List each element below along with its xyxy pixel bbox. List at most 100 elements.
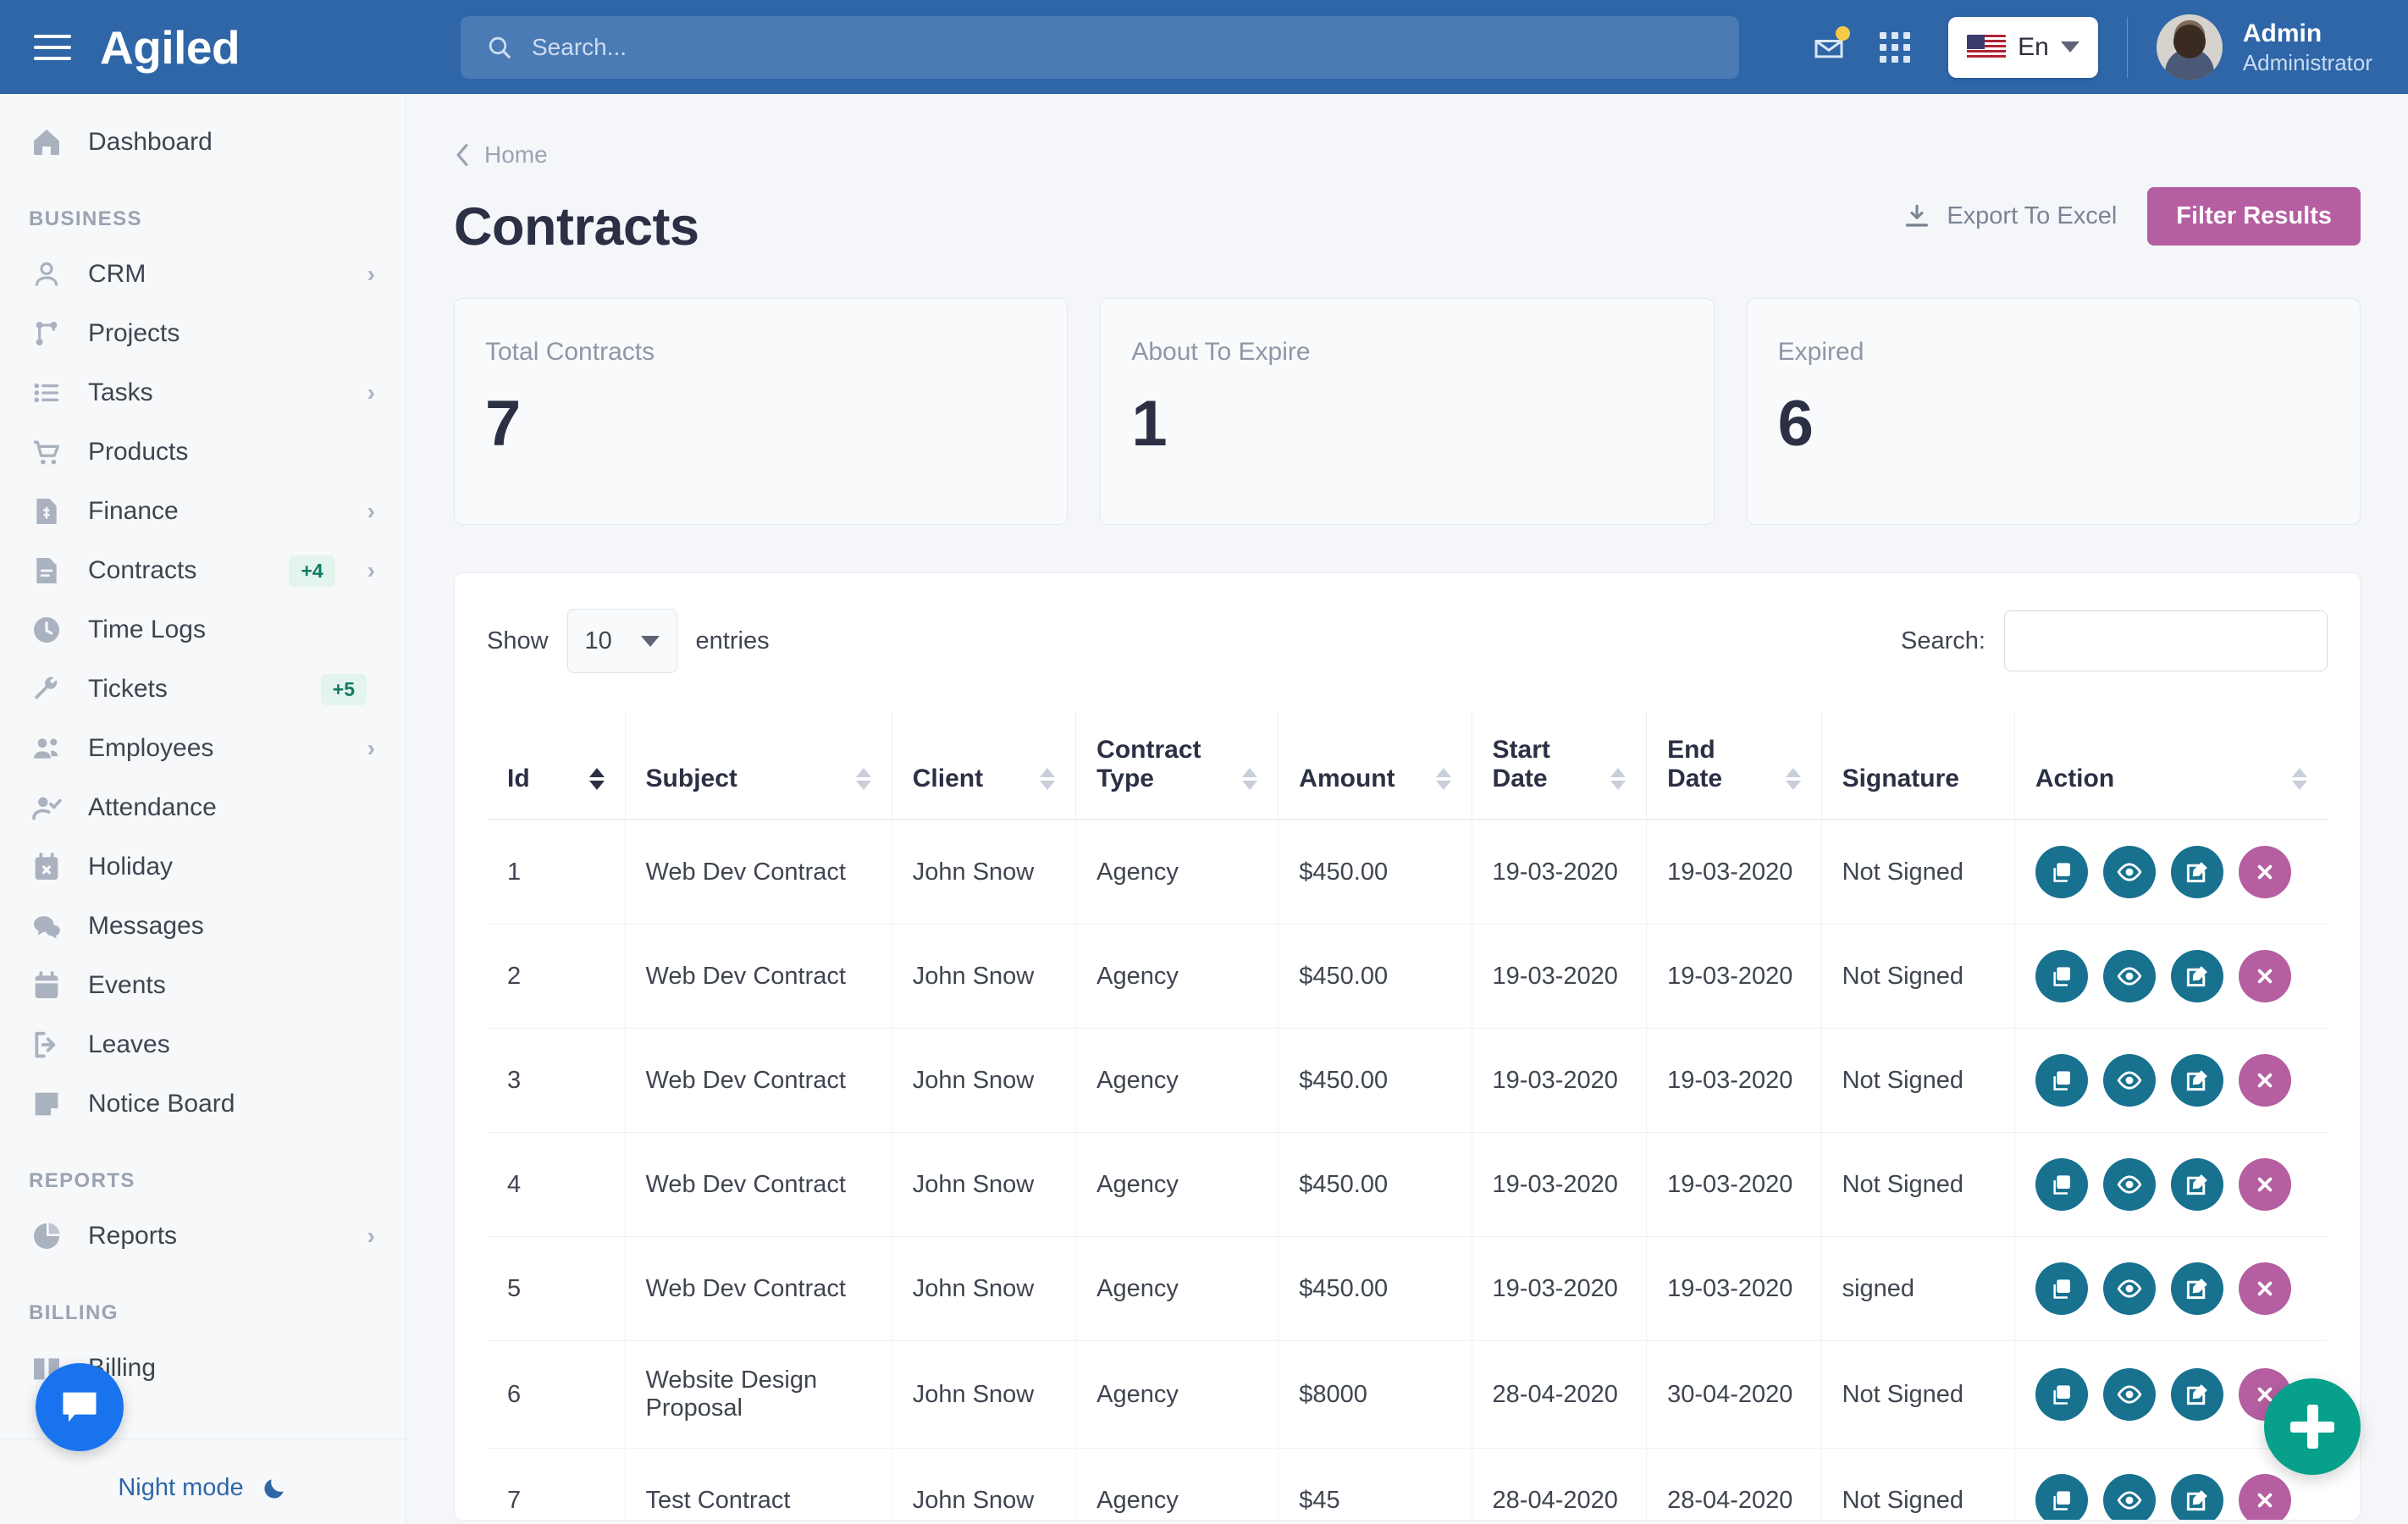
column-header-subject[interactable]: Subject: [625, 710, 892, 820]
table-row[interactable]: 5 Web Dev Contract John Snow Agency $450.00 1…: [487, 1236, 2328, 1341]
cell-signature: Not Signed: [1821, 1448, 2015, 1520]
breadcrumb-home-link[interactable]: Home: [484, 141, 548, 168]
view-action-button[interactable]: [2102, 1262, 2156, 1315]
sidebar-item-contracts[interactable]: Contracts +4 ›: [0, 541, 406, 600]
sidebar-item-reports[interactable]: Reports ›: [0, 1206, 406, 1266]
cell-end-date: 19-03-2020: [1646, 820, 1822, 925]
night-mode-toggle[interactable]: Night mode: [0, 1474, 406, 1502]
cell-start-date: 28-04-2020: [1472, 1340, 1648, 1449]
edit-action-button[interactable]: [2170, 1474, 2223, 1520]
stat-card-2: Expired 6: [1746, 298, 2361, 525]
sidebar-item-label: Dashboard: [88, 128, 213, 156]
delete-action-button[interactable]: [2238, 950, 2291, 1002]
eye-icon: [2117, 967, 2142, 986]
sort-icon: [1242, 768, 1258, 793]
sidebar-item-leaves[interactable]: Leaves: [0, 1015, 406, 1074]
duplicate-action-button[interactable]: [2035, 1262, 2088, 1315]
table-row[interactable]: 4 Web Dev Contract John Snow Agency $450.00 1…: [487, 1132, 2328, 1237]
table-search-input[interactable]: [2004, 610, 2328, 671]
entries-label: entries: [695, 627, 770, 654]
messages-envelope-button[interactable]: [1796, 14, 1862, 80]
breadcrumb[interactable]: Home: [454, 141, 2361, 168]
cell-id: 7: [487, 1448, 626, 1520]
chevron-left-icon: [456, 144, 468, 166]
delete-action-button[interactable]: [2238, 1158, 2291, 1211]
delete-action-button[interactable]: [2238, 1474, 2291, 1520]
note-icon-wrapper: [29, 1087, 64, 1121]
cell-subject: Test Contract: [625, 1448, 892, 1520]
edit-action-button[interactable]: [2170, 1054, 2223, 1107]
duplicate-action-button[interactable]: [2035, 950, 2088, 1002]
view-action-button[interactable]: [2102, 950, 2156, 1002]
stat-card-1: About To Expire 1: [1100, 298, 1715, 525]
duplicate-action-button[interactable]: [2035, 1054, 2088, 1107]
duplicate-action-button[interactable]: [2035, 846, 2088, 898]
view-action-button[interactable]: [2102, 846, 2156, 898]
edit-action-button[interactable]: [2170, 1368, 2223, 1421]
column-header-start-date[interactable]: Start Date: [1472, 710, 1648, 820]
sidebar-item-holiday[interactable]: Holiday: [0, 837, 406, 897]
delete-action-button[interactable]: [2238, 1262, 2291, 1315]
page-size-select[interactable]: 10: [566, 609, 677, 673]
delete-action-button[interactable]: [2238, 1054, 2291, 1107]
global-search-input[interactable]: Search...: [461, 15, 1739, 79]
add-contract-button[interactable]: [2264, 1378, 2361, 1475]
cell-client: John Snow: [892, 924, 1077, 1029]
duplicate-action-button[interactable]: [2035, 1474, 2088, 1520]
view-action-button[interactable]: [2102, 1054, 2156, 1107]
top-navigation-bar: Agiled Search... En Admin Administrator: [0, 0, 2408, 94]
export-to-excel-button[interactable]: Export To Excel: [1903, 202, 2117, 231]
column-header-end-date[interactable]: End Date: [1646, 710, 1822, 820]
sidebar-item-messages[interactable]: Messages: [0, 897, 406, 956]
view-action-button[interactable]: [2102, 1158, 2156, 1211]
view-action-button[interactable]: [2102, 1368, 2156, 1421]
duplicate-action-button[interactable]: [2035, 1368, 2088, 1421]
close-x-icon: [2257, 1073, 2273, 1088]
table-row[interactable]: 2 Web Dev Contract John Snow Agency $450.00 1…: [487, 924, 2328, 1029]
sidebar-item-projects[interactable]: Projects: [0, 304, 406, 363]
view-action-button[interactable]: [2102, 1474, 2156, 1520]
hamburger-menu-icon[interactable]: [34, 34, 71, 60]
filter-results-button[interactable]: Filter Results: [2147, 187, 2361, 246]
delete-action-button[interactable]: [2238, 846, 2291, 898]
sidebar-item-events[interactable]: Events: [0, 956, 406, 1015]
column-header-client[interactable]: Client: [892, 710, 1077, 820]
cell-start-date: 19-03-2020: [1472, 820, 1648, 925]
sidebar-item-finance[interactable]: Finance ›: [0, 482, 406, 541]
sidebar-item-notice-board[interactable]: Notice Board: [0, 1074, 406, 1134]
sidebar-item-time-logs[interactable]: Time Logs: [0, 600, 406, 660]
column-header-id[interactable]: Id: [487, 710, 626, 820]
chat-support-button[interactable]: [36, 1363, 124, 1451]
sidebar-item-tasks[interactable]: Tasks ›: [0, 363, 406, 422]
edit-action-button[interactable]: [2170, 950, 2223, 1002]
brand-logo-text[interactable]: Agiled: [100, 20, 240, 75]
cell-contract-type: Agency: [1075, 1236, 1279, 1341]
table-row[interactable]: 1 Web Dev Contract John Snow Agency $450.00 1…: [487, 820, 2328, 925]
column-header-action[interactable]: Action: [2014, 710, 2328, 820]
global-search-placeholder: Search...: [532, 33, 627, 60]
home-icon-wrapper: [29, 125, 64, 159]
apps-grid-button[interactable]: [1862, 14, 1928, 80]
user-profile-menu[interactable]: Admin Administrator: [2156, 14, 2372, 80]
language-selector[interactable]: En: [1948, 16, 2098, 78]
column-header-contract-type[interactable]: Contract Type: [1075, 710, 1279, 820]
edit-pencil-icon: [2186, 862, 2207, 883]
table-row[interactable]: 6 Website Design Proposal John Snow Agency $…: [487, 1340, 2328, 1449]
duplicate-action-button[interactable]: [2035, 1158, 2088, 1211]
invoice-dollar-icon-wrapper: [29, 494, 64, 528]
edit-action-button[interactable]: [2170, 1262, 2223, 1315]
column-header-amount[interactable]: Amount: [1278, 710, 1472, 820]
sidebar-item-employees[interactable]: Employees ›: [0, 719, 406, 778]
sidebar-item-crm[interactable]: CRM ›: [0, 245, 406, 304]
cell-end-date: 30-04-2020: [1646, 1340, 1822, 1449]
cell-end-date: 19-03-2020: [1646, 1132, 1822, 1237]
sidebar-item-attendance[interactable]: Attendance: [0, 778, 406, 837]
table-row[interactable]: 3 Web Dev Contract John Snow Agency $450.00 1…: [487, 1028, 2328, 1133]
edit-action-button[interactable]: [2170, 846, 2223, 898]
table-row[interactable]: 7 Test Contract John Snow Agency $45 28-04-20…: [487, 1448, 2328, 1520]
table-search-control: Search:: [1901, 610, 2328, 671]
sidebar-item-tickets[interactable]: Tickets +5: [0, 660, 406, 719]
sidebar-item-products[interactable]: Products: [0, 422, 406, 482]
sidebar-item-dashboard[interactable]: Dashboard: [0, 113, 406, 172]
edit-action-button[interactable]: [2170, 1158, 2223, 1211]
